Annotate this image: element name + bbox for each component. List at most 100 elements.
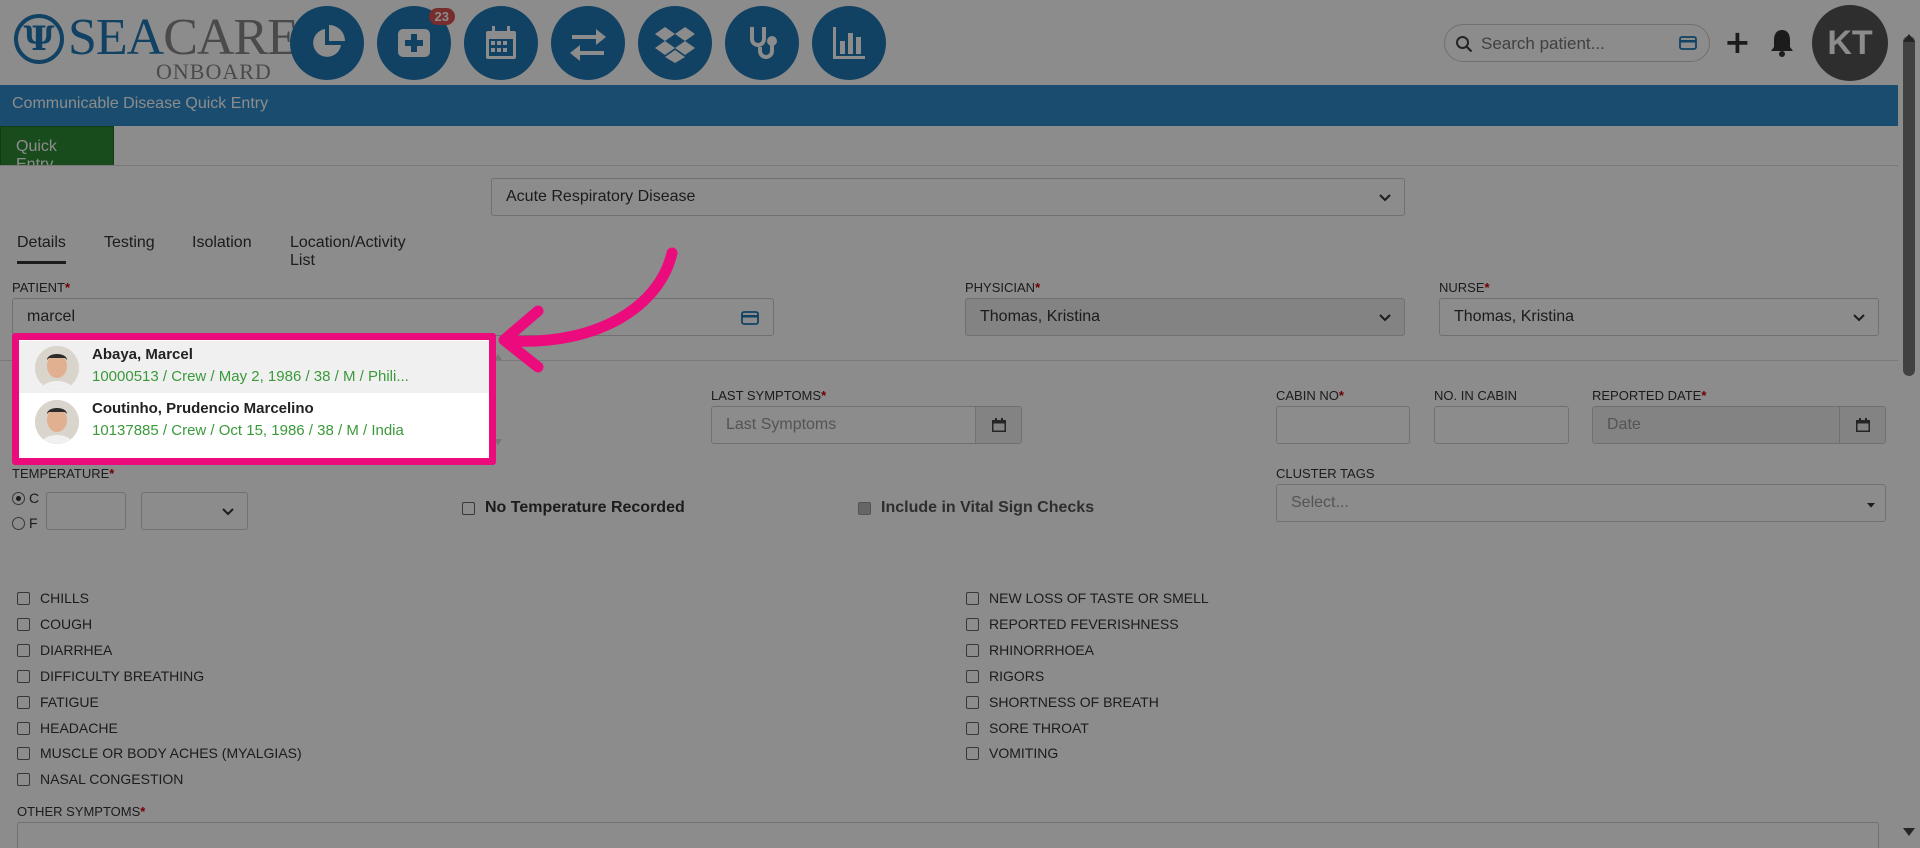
other-symptoms-textarea[interactable] (17, 822, 1879, 848)
calendar-button[interactable] (464, 6, 538, 80)
checkbox[interactable] (966, 669, 979, 683)
tab-details[interactable]: Details (17, 234, 66, 264)
nurse-select[interactable]: Thomas, Kristina (1439, 298, 1879, 336)
symptom-label: SORE THROAT (989, 720, 1089, 736)
symptom-checkbox[interactable]: COUGH (17, 616, 92, 632)
symptom-checkbox[interactable]: DIFFICULTY BREATHING (17, 668, 204, 684)
symptom-checkbox[interactable]: DIARRHEA (17, 642, 112, 658)
checkbox[interactable] (17, 617, 30, 631)
checkbox[interactable] (17, 695, 30, 709)
symptom-label: COUGH (40, 616, 93, 632)
checkbox[interactable] (966, 721, 979, 735)
required-marker: * (1484, 280, 1490, 295)
dashboard-button[interactable] (290, 6, 364, 80)
checkbox[interactable] (17, 643, 30, 657)
reports-button[interactable] (812, 6, 886, 80)
symptom-checkbox[interactable]: NASAL CONGESTION (17, 771, 183, 787)
checkbox[interactable] (17, 772, 30, 786)
checkbox[interactable] (966, 591, 979, 605)
quick-entry-tab[interactable]: Quick Entry (0, 126, 114, 173)
patient-label-text: PATIENT (12, 280, 65, 295)
card-scan-icon[interactable] (1679, 36, 1697, 50)
physician-select[interactable]: Thomas, Kristina (965, 298, 1405, 336)
symptom-label: RHINORRHOEA (989, 642, 1095, 658)
no-in-cabin-input[interactable] (1434, 406, 1569, 444)
scroll-up-icon[interactable] (1903, 34, 1915, 42)
other-symptoms-label: OTHER SYMPTOMS* (17, 804, 145, 819)
radio-unselected[interactable] (12, 516, 25, 530)
checkbox[interactable] (17, 591, 30, 605)
transfer-arrows-icon (570, 29, 606, 61)
scrollbar-thumb[interactable] (1903, 36, 1915, 376)
symptom-checkbox[interactable]: SHORTNESS OF BREATH (966, 694, 1159, 710)
include-vital-checks-checkbox[interactable]: Include in Vital Sign Checks (858, 499, 1094, 517)
tab-testing[interactable]: Testing (104, 234, 155, 252)
seacare-logo[interactable]: Ψ SEACARE ONBOARD (14, 9, 299, 84)
new-case-button[interactable]: 23 (377, 6, 455, 80)
symptom-checkbox[interactable]: RHINORRHOEA (966, 642, 1094, 658)
tab-isolation[interactable]: Isolation (192, 234, 252, 252)
user-avatar[interactable]: KT (1812, 5, 1888, 81)
temp-unit-c-radio[interactable]: C (12, 490, 39, 506)
symptom-checkbox[interactable]: NEW LOSS OF TASTE OR SMELL (966, 590, 1209, 606)
dropbox-button[interactable] (638, 6, 712, 80)
symptom-label: MUSCLE OR BODY ACHES (MYALGIAS) (40, 745, 302, 761)
search-icon (1456, 36, 1473, 53)
reported-date-input[interactable]: Date (1592, 406, 1886, 444)
add-plus-icon[interactable]: + (1724, 26, 1751, 58)
checkbox[interactable] (17, 669, 30, 683)
calendar-icon (1855, 418, 1870, 432)
temperature-method-select[interactable] (141, 492, 248, 530)
cluster-tags-label: CLUSTER TAGS (1276, 466, 1375, 481)
scroll-down-icon[interactable] (1903, 828, 1915, 836)
clinical-button[interactable] (725, 6, 799, 80)
checkbox[interactable] (966, 746, 979, 760)
symptom-checkbox[interactable]: RIGORS (966, 668, 1044, 684)
checkbox[interactable] (17, 746, 30, 760)
required-marker: * (821, 388, 827, 403)
chevron-down-icon (1379, 314, 1391, 322)
physician-select-value: Thomas, Kristina (980, 308, 1101, 325)
temp-unit-f-radio[interactable]: F (12, 515, 38, 531)
tab-location-activity-list[interactable]: Location/Activity List (290, 234, 406, 270)
checkbox[interactable] (462, 501, 475, 515)
symptom-checkbox[interactable]: HEADACHE (17, 720, 118, 736)
pie-chart-icon (313, 25, 345, 57)
medical-plus-icon (398, 29, 430, 57)
patient-label: PATIENT* (12, 280, 70, 295)
logo-text-onboard: ONBOARD (156, 59, 272, 84)
stethoscope-icon (750, 27, 777, 59)
calendar-picker-button[interactable] (1839, 407, 1885, 443)
search-input[interactable] (1481, 31, 1671, 57)
symptom-checkbox[interactable]: MUSCLE OR BODY ACHES (MYALGIAS) (17, 745, 302, 761)
logo-text-care: CARE (163, 9, 299, 66)
cluster-tags-placeholder: Select... (1291, 494, 1349, 511)
disease-select[interactable]: Acute Respiratory Disease (491, 178, 1405, 216)
temperature-input[interactable] (46, 492, 126, 530)
checkbox[interactable] (17, 721, 30, 735)
symptom-checkbox[interactable]: FATIGUE (17, 694, 99, 710)
notification-bell-icon[interactable] (1768, 28, 1796, 58)
patient-search[interactable] (1444, 24, 1710, 62)
checkbox[interactable] (966, 695, 979, 709)
dropbox-icon (655, 27, 695, 63)
last-symptoms-input[interactable]: Last Symptoms (711, 406, 1022, 444)
checkbox[interactable] (966, 617, 979, 631)
symptom-checkbox[interactable]: CHILLS (17, 590, 89, 606)
cluster-tags-select[interactable]: Select... (1276, 484, 1886, 522)
transfer-button[interactable] (551, 6, 625, 80)
temperature-label: TEMPERATURE* (12, 466, 114, 481)
logo-text-sea: SEA (68, 9, 164, 66)
temp-unit-c-label: C (29, 490, 40, 506)
no-temperature-checkbox[interactable]: No Temperature Recorded (462, 499, 685, 517)
symptom-checkbox[interactable]: VOMITING (966, 745, 1058, 761)
symptom-checkbox[interactable]: REPORTED FEVERISHNESS (966, 616, 1179, 632)
card-scan-icon[interactable] (741, 311, 759, 325)
symptom-label: VOMITING (989, 745, 1059, 761)
checkbox[interactable] (966, 643, 979, 657)
calendar-picker-button[interactable] (975, 407, 1021, 443)
cabin-no-input[interactable] (1276, 406, 1410, 444)
radio-selected[interactable] (12, 491, 25, 505)
symptom-checkbox[interactable]: SORE THROAT (966, 720, 1089, 736)
symptom-label: NASAL CONGESTION (40, 771, 184, 787)
